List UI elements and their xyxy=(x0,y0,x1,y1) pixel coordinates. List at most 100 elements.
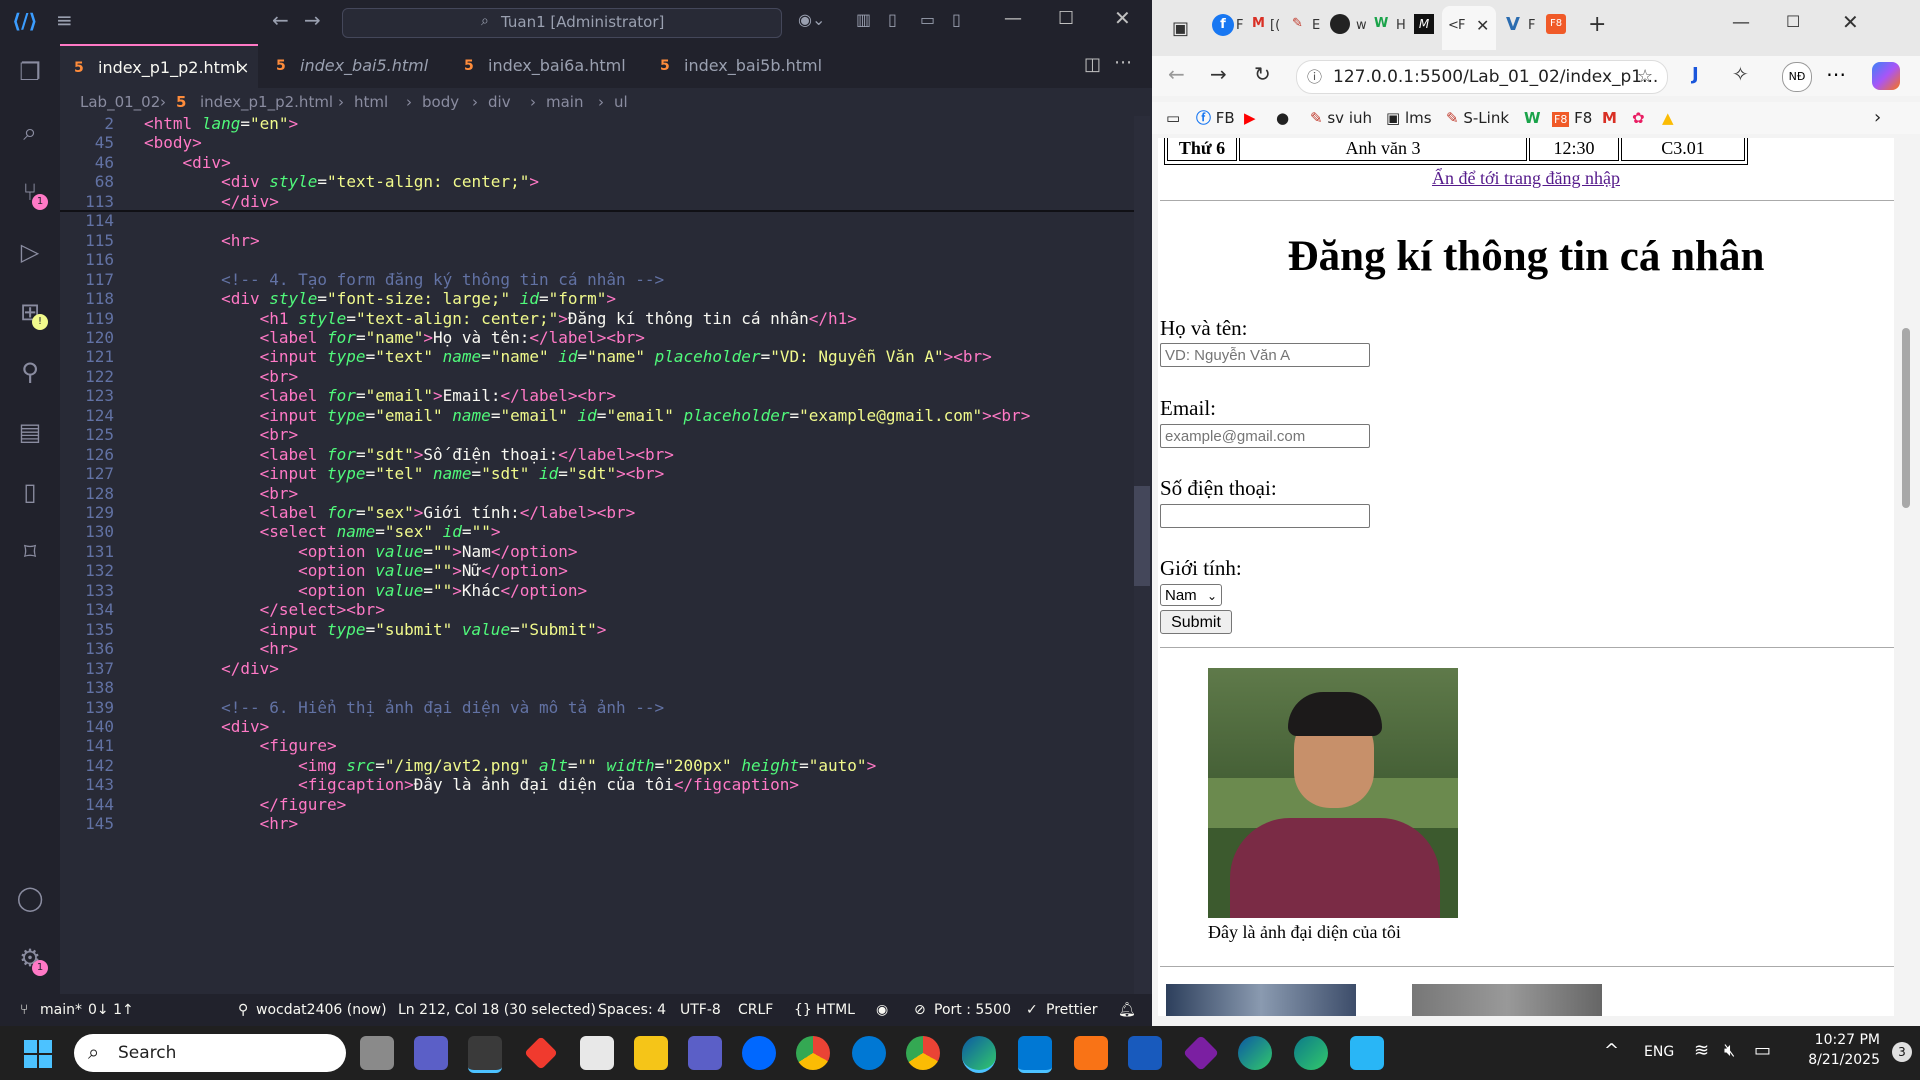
copilot-icon[interactable] xyxy=(1872,62,1900,90)
account-icon[interactable]: ◯ xyxy=(14,882,46,914)
new-tab-icon[interactable]: + xyxy=(1588,12,1606,37)
sticky-code-line[interactable]: <div> xyxy=(144,153,231,172)
anydesk-icon[interactable] xyxy=(524,1036,558,1070)
chrome-icon[interactable] xyxy=(796,1036,830,1070)
code-line[interactable]: <input type="email" name="email" id="ema… xyxy=(144,406,1031,425)
breadcrumb-file[interactable]: index_p1_p2.html xyxy=(200,88,333,116)
code-line[interactable]: <br> xyxy=(144,484,299,503)
forward-arrow-icon[interactable]: → xyxy=(304,8,321,32)
code-editor[interactable]: 2 <html lang="en"> 45 <body> 46 <div> 68 <div… xyxy=(60,116,1150,994)
code-line[interactable]: <!-- 4. Tạo form đăng ký thông tin cá nh… xyxy=(144,270,664,289)
breadcrumb-body[interactable]: body xyxy=(422,88,459,116)
code-line[interactable]: <br> xyxy=(144,425,299,444)
more-menu-icon[interactable]: ⋯ xyxy=(1826,62,1846,86)
breadcrumb-ul[interactable]: ul xyxy=(614,88,628,116)
extensions-icon[interactable]: ⊞! xyxy=(14,296,48,330)
phone-input[interactable] xyxy=(1160,504,1370,528)
copilot-status-icon[interactable]: ◉ xyxy=(876,994,888,1026)
code-line[interactable]: </div> xyxy=(144,659,279,678)
code-line[interactable]: <div style="font-size: large;" id="form"… xyxy=(144,289,616,308)
bookmark-lms[interactable]: ▣ lms xyxy=(1386,102,1432,134)
breadcrumb-html[interactable]: html xyxy=(354,88,388,116)
vscode-taskbar-icon[interactable] xyxy=(1018,1036,1052,1073)
file-explorer-icon[interactable] xyxy=(634,1036,668,1070)
code-line[interactable]: <hr> xyxy=(144,231,260,250)
forward-icon[interactable]: → xyxy=(1210,62,1227,86)
code-line[interactable]: <figure> xyxy=(144,736,337,755)
email-input[interactable] xyxy=(1160,424,1370,448)
layout-icon[interactable]: ▥ xyxy=(856,10,871,29)
page-scrollbar[interactable] xyxy=(1898,138,1914,1016)
extension-j-icon[interactable]: J xyxy=(1692,64,1699,85)
gmail-tab-icon[interactable]: M xyxy=(1252,16,1265,31)
site-info-icon[interactable]: ⓘ xyxy=(1307,61,1322,93)
copilot-icon[interactable]: ◉⌄ xyxy=(798,10,825,29)
zalo-icon[interactable] xyxy=(742,1036,776,1070)
encoding[interactable]: UTF-8 xyxy=(680,994,721,1026)
testing-icon[interactable]: ▯ xyxy=(14,476,46,508)
run-debug-icon[interactable]: ▷ xyxy=(14,236,46,268)
scrollbar-thumb[interactable] xyxy=(1134,486,1150,586)
bookmark-fb[interactable]: ⓕ FB xyxy=(1196,102,1235,134)
more-actions-icon[interactable]: ⋯ xyxy=(1114,52,1132,73)
address-bar[interactable]: ⓘ 127.0.0.1:5500/Lab_01_02/index_p1... ☆ xyxy=(1296,60,1668,94)
clock-date[interactable]: 8/21/2025 xyxy=(1802,1052,1880,1068)
taskbar-search[interactable]: ⌕ Search xyxy=(74,1034,346,1072)
notification-badge[interactable]: 3 xyxy=(1892,1042,1912,1062)
code-line[interactable]: <option value="">Nữ</option> xyxy=(144,561,568,580)
source-control-icon[interactable]: ⑂ 1 xyxy=(14,176,48,210)
sticky-code-line[interactable]: <html lang="en"> xyxy=(144,116,298,133)
tab-index-bai5b[interactable]: 5 index_bai5b.html xyxy=(646,44,842,88)
notepad-icon[interactable] xyxy=(1350,1036,1384,1070)
windows-start-icon[interactable] xyxy=(24,1040,52,1068)
live-server-port[interactable]: Port : 5500 xyxy=(934,994,1011,1026)
tab-actions-icon[interactable]: ▣ xyxy=(1172,18,1189,39)
notepad-app-icon[interactable] xyxy=(468,1036,502,1073)
bookmarks-overflow-icon[interactable]: › xyxy=(1874,102,1881,134)
code-line[interactable]: <!-- 6. Hiển thị ảnh đại diện và mô tả ả… xyxy=(144,698,664,717)
code-line[interactable]: </select><br> xyxy=(144,600,385,619)
code-line[interactable]: <label for="name">Họ và tên:</label><br> xyxy=(144,328,645,347)
sticky-code-line[interactable]: <div style="text-align: center;"> xyxy=(144,172,539,191)
code-line[interactable]: <label for="sdt">Số điện thoại:</label><… xyxy=(144,445,674,464)
settings-gear-icon[interactable]: ⚙ 1 xyxy=(14,942,48,976)
youtube-icon[interactable]: ▶ xyxy=(1244,102,1256,134)
v-tab-icon[interactable]: V xyxy=(1506,14,1520,35)
drive-bookmark-icon[interactable]: ▲ xyxy=(1662,102,1674,134)
task-view-icon[interactable] xyxy=(360,1036,394,1070)
pdf-icon[interactable] xyxy=(1074,1036,1108,1070)
explorer-icon[interactable]: ❐ xyxy=(14,56,46,88)
sex-select[interactable]: Nam ⌄ xyxy=(1160,584,1222,606)
bell-icon[interactable]: 🔔︎ xyxy=(1118,994,1136,1026)
toggle-panel-icon[interactable]: ▭ xyxy=(920,10,935,29)
browser-close-icon[interactable]: ✕ xyxy=(1842,10,1859,34)
line-ending[interactable]: CRLF xyxy=(738,994,773,1026)
search-sidebar-icon[interactable]: ⌕ xyxy=(14,116,46,148)
wifi-icon[interactable]: ≋ xyxy=(1694,1040,1709,1061)
favorite-star-icon[interactable]: ☆ xyxy=(1637,61,1653,93)
back-icon[interactable]: ← xyxy=(1168,62,1185,86)
extensions-puzzle-icon[interactable]: ✧ xyxy=(1732,62,1749,86)
submit-button[interactable]: Submit xyxy=(1160,610,1232,634)
f8-tab-icon[interactable]: F8 xyxy=(1546,14,1566,34)
login-link[interactable]: Ẩn để tới trang đăng nhập xyxy=(1158,168,1894,189)
split-editor-icon[interactable]: ◫ xyxy=(1084,54,1101,75)
m-tab-icon[interactable]: M xyxy=(1414,14,1434,34)
code-line[interactable]: </figure> xyxy=(144,795,347,814)
browser-maximize-icon[interactable]: ☐ xyxy=(1786,12,1800,31)
chrome-profile-icon[interactable] xyxy=(906,1036,940,1070)
code-line[interactable]: <input type="text" name="name" id="name"… xyxy=(144,347,992,366)
browser-tab-close-icon[interactable]: ✕ xyxy=(1476,16,1489,35)
code-line[interactable]: <label for="email">Email:</label><br> xyxy=(144,386,616,405)
breadcrumb-main[interactable]: main xyxy=(546,88,583,116)
sticky-code-line[interactable]: <body> xyxy=(144,133,202,152)
maximize-icon[interactable]: ☐ xyxy=(1058,8,1074,29)
bookmark-sv-iuh[interactable]: ✎ sv iuh xyxy=(1310,102,1372,134)
teams-icon[interactable] xyxy=(688,1036,722,1070)
edge-icon[interactable] xyxy=(962,1036,996,1073)
bookmark-folder-icon[interactable]: ▭ xyxy=(1166,102,1180,134)
cursor-position[interactable]: Ln 212, Col 18 (30 selected) xyxy=(398,994,596,1026)
back-arrow-icon[interactable]: ← xyxy=(272,8,289,32)
battery-icon[interactable]: ▭ xyxy=(1754,1040,1771,1061)
breadcrumb-div[interactable]: div xyxy=(488,88,511,116)
